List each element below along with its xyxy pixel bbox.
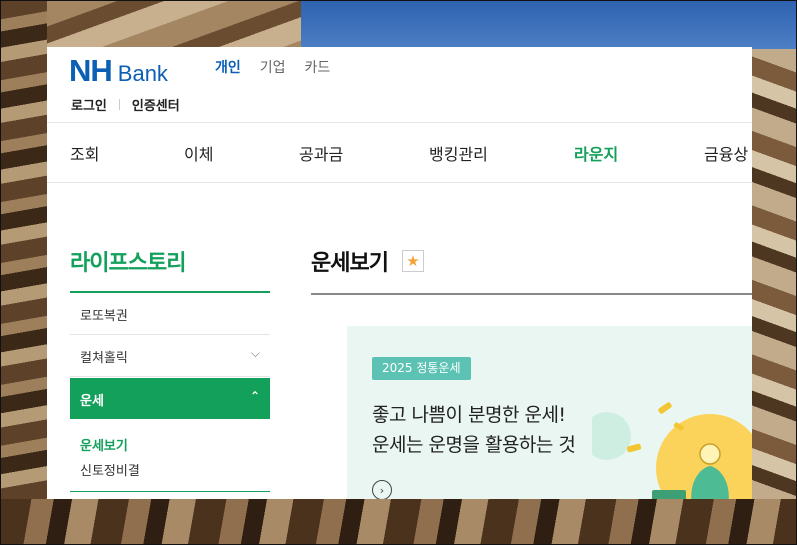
cert-center-link[interactable]: 인증센터 — [132, 95, 180, 114]
top-category-business[interactable]: 기업 — [260, 57, 286, 77]
gnb-item-banking-management[interactable]: 뱅킹관리 — [429, 141, 488, 165]
gnb-item-inquiry[interactable]: 조회 — [70, 141, 99, 165]
lnb-subitem-tojeong[interactable]: 신토정비결 — [80, 460, 140, 479]
gnb-item-financial-products[interactable]: 금융상 — [704, 141, 748, 165]
banner-headline-2: 운세는 운명을 활용하는 것 — [372, 434, 576, 456]
lnb-item-label: 로또복권 — [80, 309, 128, 324]
screen-frame: NH Bank 개인 기업 카드 로그인 인증센터 조회 이체 공과금 뱅킹관리… — [0, 0, 797, 545]
page-title: 운세보기 — [311, 251, 389, 276]
top-category-nav: 개인 기업 카드 — [215, 57, 330, 77]
favorite-star-button[interactable]: ★ — [402, 250, 424, 272]
decor-coin-won — [699, 443, 721, 465]
banner-badge: 2025 정통운세 — [372, 357, 471, 380]
background-rock — [47, 1, 301, 47]
background-rock — [1, 1, 47, 544]
gnb-item-utility-bills[interactable]: 공과금 — [299, 141, 343, 165]
star-icon: ★ — [406, 252, 420, 270]
money-bag-illustration — [592, 402, 752, 499]
utility-links: 로그인 인증센터 — [71, 95, 180, 114]
browser-page: NH Bank 개인 기업 카드 로그인 인증센터 조회 이체 공과금 뱅킹관리… — [47, 47, 752, 499]
logo-bank: Bank — [117, 61, 168, 86]
lnb-item-lotto[interactable]: 로또복권 — [70, 293, 270, 335]
chevron-down-icon: ⌵ — [250, 346, 260, 360]
login-link[interactable]: 로그인 — [71, 95, 107, 114]
decor-coin — [658, 402, 672, 414]
background-rock — [1, 499, 796, 544]
title-divider — [311, 293, 752, 295]
lnb-item-label: 컬쳐홀릭 — [80, 351, 128, 366]
top-category-card[interactable]: 카드 — [305, 57, 331, 77]
background-sky — [301, 1, 796, 49]
decor-bills — [652, 490, 686, 499]
chevron-up-icon: ⌃ — [249, 389, 260, 403]
logo-nh: NH — [69, 53, 113, 88]
fortune-banner[interactable]: 2025 정통운세 좋고 나쁨이 분명한 운세! 운세는 운명을 활용하는 것 … — [347, 326, 752, 499]
lnb-item-culture-holic[interactable]: 컬쳐홀릭 ⌵ — [70, 335, 270, 377]
lnb-subitem-fortune-view[interactable]: 운세보기 — [80, 435, 128, 454]
lnb-title: 라이프스토리 — [70, 251, 186, 276]
background-rock — [750, 49, 796, 544]
chevron-right-icon: › — [379, 483, 385, 497]
more-arrow-button[interactable]: › — [372, 480, 392, 499]
banner-headline-1: 좋고 나쁨이 분명한 운세! — [372, 404, 566, 426]
divider — [118, 99, 120, 110]
lnb-bottom-line — [70, 491, 270, 492]
decor-circle — [592, 412, 631, 460]
lnb-item-fortune[interactable]: 운세 ⌃ — [70, 378, 270, 419]
global-nav: 조회 이체 공과금 뱅킹관리 라운지 금융상 — [47, 122, 752, 183]
nh-bank-logo[interactable]: NH Bank — [69, 53, 168, 89]
lnb-item-label: 운세 — [80, 394, 104, 409]
gnb-item-lounge[interactable]: 라운지 — [574, 141, 618, 165]
gnb-item-transfer[interactable]: 이체 — [184, 141, 213, 165]
top-category-personal[interactable]: 개인 — [215, 57, 241, 77]
